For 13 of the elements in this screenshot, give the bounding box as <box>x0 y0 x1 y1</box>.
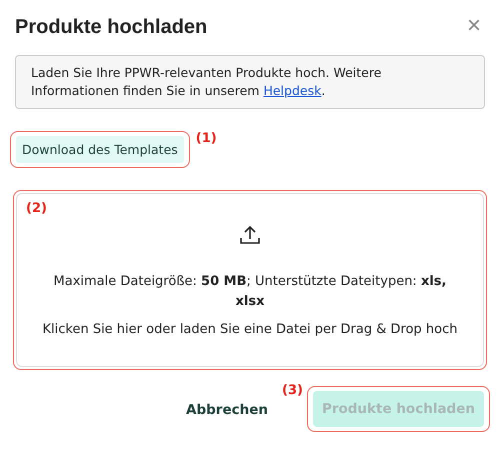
download-template-button[interactable]: Download des Templates <box>16 136 184 163</box>
close-button[interactable]: × <box>462 14 485 38</box>
helpdesk-link[interactable]: Helpdesk <box>263 83 322 98</box>
info-message: Laden Sie Ihre PPWR-relevanten Produkte hoch. Weitere Informationen finden Sie in unserem Helpdesk. <box>15 55 485 109</box>
annotation-label: (1) <box>196 131 217 146</box>
annotation-label: (2) <box>26 201 47 216</box>
cancel-button[interactable]: Abbrechen <box>180 401 274 419</box>
upload-dropzone[interactable]: (2) Maximale Dateigröße: 50 MB; Unterstützte Dateitypen: xls, xlsx Klicken Sie hier oder laden Sie eine Datei per Drag & Drop hoch <box>16 193 484 367</box>
annotation-label: (3) <box>282 383 303 398</box>
upload-limits-text: Maximale Dateigröße: 50 MB; Unterstützte Dateitypen: xls, xlsx <box>52 273 448 311</box>
dialog-title: Produkte hochladen <box>15 16 208 39</box>
upload-icon <box>239 224 261 246</box>
upload-hint-text: Klicken Sie hier oder laden Sie eine Datei per Drag & Drop hoch <box>42 322 458 337</box>
